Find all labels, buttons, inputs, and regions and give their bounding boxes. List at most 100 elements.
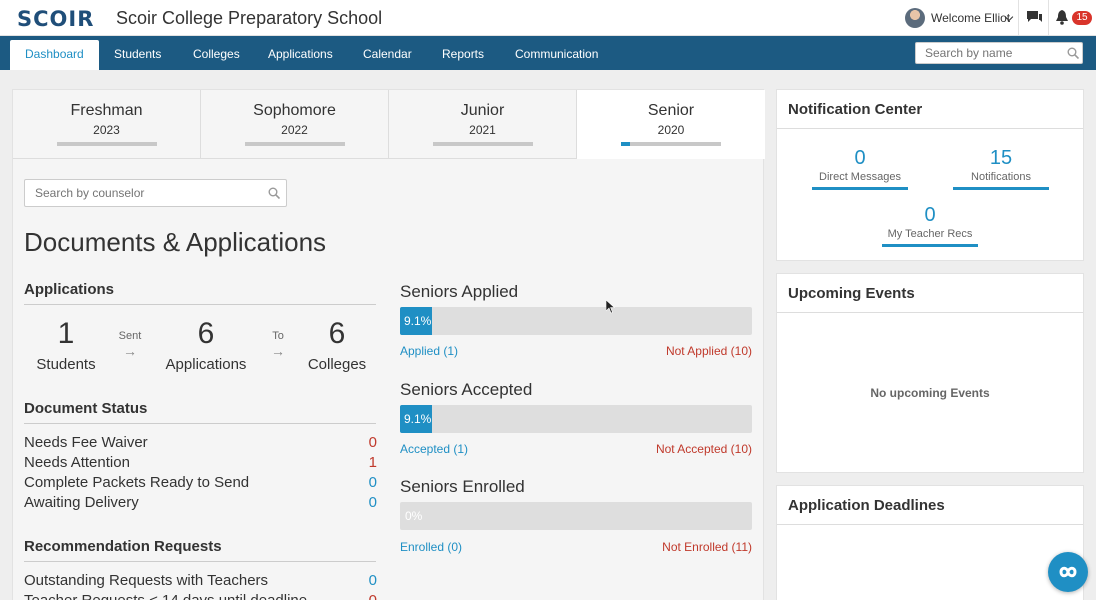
arrow-right-icon: → [271, 343, 285, 359]
user-avatar[interactable] [905, 8, 925, 28]
upcoming-events-title: Upcoming Events [777, 274, 1083, 313]
enrolled-link[interactable]: Enrolled (0) [400, 540, 462, 554]
direct-messages-stat[interactable]: 0 Direct Messages [812, 147, 908, 183]
colleges-label: Colleges [307, 356, 367, 373]
nav-tab-calendar[interactable]: Calendar [348, 40, 427, 70]
nav-tab-colleges[interactable]: Colleges [178, 40, 255, 70]
not-enrolled-link[interactable]: Not Enrolled (11) [576, 540, 752, 554]
applied-link[interactable]: Applied (1) [400, 344, 458, 358]
class-tab-freshman[interactable]: Freshman 2023 [13, 90, 201, 159]
upcoming-events-card: Upcoming Events No upcoming Events [776, 273, 1084, 473]
search-icon[interactable] [1067, 47, 1079, 59]
teacher-recs-count[interactable]: 0 [882, 204, 978, 227]
doc-status-value[interactable]: 1 [357, 454, 377, 471]
welcome-user-menu[interactable]: Welcome Elliot [931, 11, 1010, 25]
doc-status-value[interactable]: 0 [357, 494, 377, 511]
notification-count-badge[interactable]: 15 [1072, 11, 1092, 25]
seniors-accepted-title: Seniors Accepted [400, 380, 533, 399]
applications-label: Applications [165, 356, 247, 373]
class-progress-bar [621, 142, 721, 146]
header-divider [1018, 0, 1019, 36]
doc-status-value[interactable]: 0 [357, 474, 377, 491]
doc-status-label[interactable]: Needs Attention [24, 454, 130, 471]
class-tab-junior[interactable]: Junior 2021 [389, 90, 577, 159]
seniors-applied-title: Seniors Applied [400, 282, 519, 301]
seniors-enrolled-percent: 0% [405, 509, 423, 523]
seniors-enrolled-bar: 0% [400, 502, 752, 530]
top-header: SCOIR Scoir College Preparatory School W… [0, 0, 1096, 36]
class-year: 2021 [469, 123, 496, 137]
class-year: 2020 [657, 123, 685, 137]
recommendation-requests-heading: Recommendation Requests [24, 538, 376, 562]
seniors-enrolled-title: Seniors Enrolled [400, 477, 525, 496]
accepted-link[interactable]: Accepted (1) [400, 442, 468, 456]
class-progress-bar [433, 142, 533, 146]
nav-tab-communication[interactable]: Communication [500, 40, 613, 70]
no-events-message: No upcoming Events [870, 386, 990, 400]
name-search-input[interactable] [925, 46, 1065, 60]
rec-request-label[interactable]: Teacher Requests < 14 days until deadlin… [24, 592, 307, 600]
direct-messages-count[interactable]: 0 [812, 147, 908, 170]
class-tab-senior[interactable]: Senior 2020 [577, 90, 765, 159]
direct-messages-label[interactable]: Direct Messages [812, 171, 908, 183]
teacher-recs-label[interactable]: My Teacher Recs [882, 228, 978, 240]
notifications-count[interactable]: 15 [953, 147, 1049, 170]
counselor-search-box[interactable] [24, 179, 287, 207]
applications-count: 6 [197, 317, 215, 350]
bell-icon[interactable] [1055, 10, 1069, 25]
seniors-accepted-bar: 9.1% [400, 405, 752, 433]
class-name: Freshman [70, 102, 143, 119]
seniors-applied-bar: 9.1% [400, 307, 752, 335]
rec-request-value[interactable]: 0 [357, 592, 377, 600]
class-progress-bar [57, 142, 157, 146]
nav-tab-students[interactable]: Students [99, 40, 176, 70]
nav-tab-applications[interactable]: Applications [253, 40, 348, 70]
teacher-recs-stat[interactable]: 0 My Teacher Recs [882, 204, 978, 240]
infinity-icon [1059, 566, 1077, 578]
doc-status-label[interactable]: Awaiting Delivery [24, 494, 139, 511]
students-count: 1 [57, 317, 75, 350]
class-tab-sophomore[interactable]: Sophomore 2022 [201, 90, 389, 159]
doc-status-value[interactable]: 0 [357, 434, 377, 451]
students-label: Students [36, 356, 96, 373]
notification-center-card: Notification Center 0 Direct Messages 15… [776, 89, 1084, 261]
notifications-underline [953, 187, 1049, 190]
to-label: To [272, 330, 284, 342]
application-deadlines-title: Application Deadlines [777, 486, 1083, 525]
class-progress-bar [245, 142, 345, 146]
sent-label: Sent [118, 330, 142, 342]
doc-status-label[interactable]: Complete Packets Ready to Send [24, 474, 249, 491]
nav-tab-reports[interactable]: Reports [427, 40, 499, 70]
rec-request-label[interactable]: Outstanding Requests with Teachers [24, 572, 268, 589]
support-chat-button[interactable] [1048, 552, 1088, 592]
notifications-stat[interactable]: 15 Notifications [953, 147, 1049, 183]
notification-center-title: Notification Center [777, 90, 1083, 129]
name-search-box[interactable] [915, 42, 1083, 64]
dashboard-main-panel: Freshman 2023 Sophomore 2022 Junior 2021… [12, 89, 765, 600]
class-name: Sophomore [253, 102, 336, 119]
rec-request-value[interactable]: 0 [357, 572, 377, 589]
mouse-cursor-icon [606, 300, 616, 314]
counselor-search-input[interactable] [35, 186, 255, 200]
page-title: Documents & Applications [24, 227, 327, 257]
class-year: 2023 [93, 123, 120, 137]
doc-status-label[interactable]: Needs Fee Waiver [24, 434, 148, 451]
school-name: Scoir College Preparatory School [116, 8, 383, 28]
applications-heading: Applications [24, 281, 376, 305]
arrow-right-icon: → [123, 343, 137, 359]
not-accepted-link[interactable]: Not Accepted (10) [576, 442, 752, 456]
application-deadlines-card: Application Deadlines [776, 485, 1084, 600]
main-nav: Dashboard Students Colleges Applications… [0, 36, 1096, 70]
notifications-label[interactable]: Notifications [953, 171, 1049, 183]
chat-icon[interactable] [1027, 11, 1042, 23]
teacher-recs-underline [882, 244, 978, 247]
seniors-accepted-fill: 9.1% [400, 405, 433, 433]
class-name: Senior [647, 102, 695, 119]
search-icon[interactable] [268, 187, 280, 199]
document-status-heading: Document Status [24, 400, 376, 424]
nav-tab-dashboard[interactable]: Dashboard [10, 40, 99, 70]
class-progress-fill [621, 142, 630, 146]
not-applied-link[interactable]: Not Applied (10) [576, 344, 752, 358]
class-year: 2022 [281, 123, 308, 137]
scoir-logo[interactable]: SCOIR [17, 7, 94, 31]
